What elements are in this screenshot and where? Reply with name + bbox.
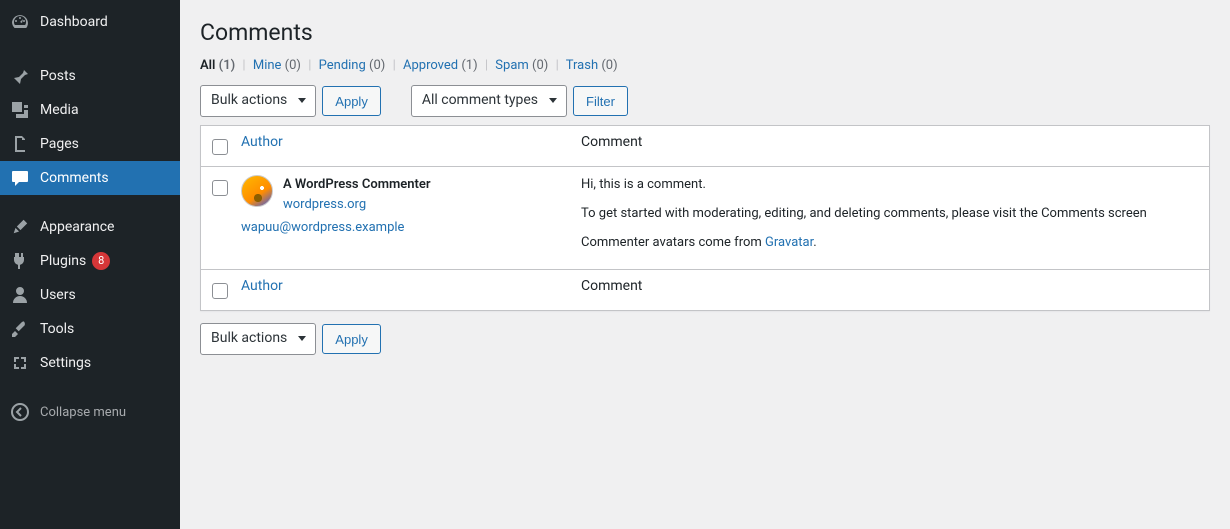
comment-text: Commenter avatars come from [581, 235, 765, 250]
sidebar-item-dashboard[interactable]: Dashboard [0, 0, 180, 44]
sidebar-item-label: Plugins [40, 253, 86, 269]
apply-button-bottom[interactable]: Apply [322, 324, 381, 354]
sidebar-separator [0, 385, 180, 390]
bulk-actions-select-bottom[interactable]: Bulk actions [200, 323, 316, 355]
sidebar-item-label: Users [40, 287, 76, 303]
appearance-icon [10, 217, 30, 237]
separator-pipe: | [238, 58, 249, 73]
sidebar-item-label: Appearance [40, 219, 114, 235]
sidebar-item-pages[interactable]: Pages [0, 127, 180, 161]
sidebar-item-comments[interactable]: Comments [0, 161, 180, 195]
filter-label: Mine [253, 58, 282, 73]
comment-text: . [813, 235, 816, 250]
page-title: Comments [200, 10, 1210, 50]
separator-pipe: | [389, 58, 400, 73]
sidebar-item-label: Settings [40, 355, 91, 371]
select-all-checkbox[interactable] [212, 139, 228, 155]
tablenav-bottom: Bulk actions Apply [200, 323, 1210, 355]
tools-icon [10, 319, 30, 339]
filter-approved[interactable]: Approved (1) [403, 58, 478, 73]
filter-label: All [200, 58, 215, 73]
column-header-author[interactable]: Author [231, 126, 571, 167]
comment-line: To get started with moderating, editing,… [581, 204, 1199, 225]
sidebar-separator [0, 200, 180, 205]
filter-label: Pending [319, 58, 366, 73]
filter-count: (0) [532, 58, 548, 73]
row-select-checkbox[interactable] [212, 180, 228, 196]
comment-line: Commenter avatars come from Gravatar. [581, 233, 1199, 254]
column-header-comment: Comment [571, 126, 1210, 167]
filter-label: Approved [403, 58, 458, 73]
sidebar-item-media[interactable]: Media [0, 93, 180, 127]
pages-icon [10, 134, 30, 154]
users-icon [10, 285, 30, 305]
filter-count: (0) [285, 58, 301, 73]
settings-icon [10, 353, 30, 373]
status-filters: All (1) | Mine (0) | Pending (0) | Appro… [200, 58, 1210, 73]
sidebar-item-settings[interactable]: Settings [0, 346, 180, 380]
gravatar-link[interactable]: Gravatar [765, 235, 813, 250]
collapse-label: Collapse menu [40, 405, 126, 420]
sidebar-item-label: Tools [40, 321, 74, 337]
column-footer-author[interactable]: Author [231, 270, 571, 311]
separator-pipe: | [552, 58, 563, 73]
media-icon [10, 100, 30, 120]
sidebar-item-plugins[interactable]: Plugins 8 [0, 244, 180, 278]
sidebar-item-appearance[interactable]: Appearance [0, 210, 180, 244]
comments-icon [10, 168, 30, 188]
plugins-badge: 8 [92, 252, 110, 270]
filter-spam[interactable]: Spam (0) [495, 58, 548, 73]
sidebar-item-label: Posts [40, 68, 76, 84]
filter-pending[interactable]: Pending (0) [319, 58, 386, 73]
comment-types-select[interactable]: All comment types [411, 85, 567, 117]
comments-table: Author Comment A WordPress Commenter wor… [200, 125, 1210, 311]
plugins-icon [10, 251, 30, 271]
apply-button[interactable]: Apply [322, 86, 381, 116]
filter-label: Trash [566, 58, 598, 73]
column-footer-comment: Comment [571, 270, 1210, 311]
filter-trash[interactable]: Trash (0) [566, 58, 618, 73]
filter-count: (1) [219, 58, 236, 73]
filter-all[interactable]: All (1) [200, 58, 235, 73]
comment-line: Hi, this is a comment. [581, 175, 1199, 196]
pin-icon [10, 66, 30, 86]
table-row: A WordPress Commenter wordpress.org wapu… [201, 167, 1210, 270]
admin-sidebar: Dashboard Posts Media Pages Comments [0, 0, 180, 529]
filter-button[interactable]: Filter [573, 86, 628, 116]
sidebar-item-posts[interactable]: Posts [0, 59, 180, 93]
bulk-actions-select[interactable]: Bulk actions [200, 85, 316, 117]
separator-pipe: | [304, 58, 315, 73]
dashboard-icon [10, 12, 30, 32]
separator-pipe: | [481, 58, 492, 73]
author-name: A WordPress Commenter [283, 177, 431, 192]
sidebar-collapse[interactable]: Collapse menu [0, 395, 180, 429]
filter-mine[interactable]: Mine (0) [253, 58, 301, 73]
sidebar-item-label: Comments [40, 170, 109, 186]
filter-count: (0) [369, 58, 385, 73]
author-email-link[interactable]: wapuu@wordpress.example [241, 220, 404, 235]
author-url-link[interactable]: wordpress.org [283, 195, 561, 215]
avatar [241, 175, 273, 207]
tablenav-top: Bulk actions Apply All comment types Fil… [200, 85, 1210, 117]
filter-count: (1) [461, 58, 477, 73]
filter-label: Spam [495, 58, 529, 73]
main-content: Comments All (1) | Mine (0) | Pending (0… [180, 0, 1230, 363]
sidebar-item-users[interactable]: Users [0, 278, 180, 312]
sidebar-item-label: Pages [40, 136, 79, 152]
sidebar-item-tools[interactable]: Tools [0, 312, 180, 346]
collapse-icon [10, 402, 30, 422]
sidebar-separator [0, 49, 180, 54]
filter-count: (0) [601, 58, 617, 73]
select-all-checkbox-bottom[interactable] [212, 283, 228, 299]
sidebar-item-label: Dashboard [40, 14, 108, 30]
sidebar-item-label: Media [40, 102, 79, 118]
